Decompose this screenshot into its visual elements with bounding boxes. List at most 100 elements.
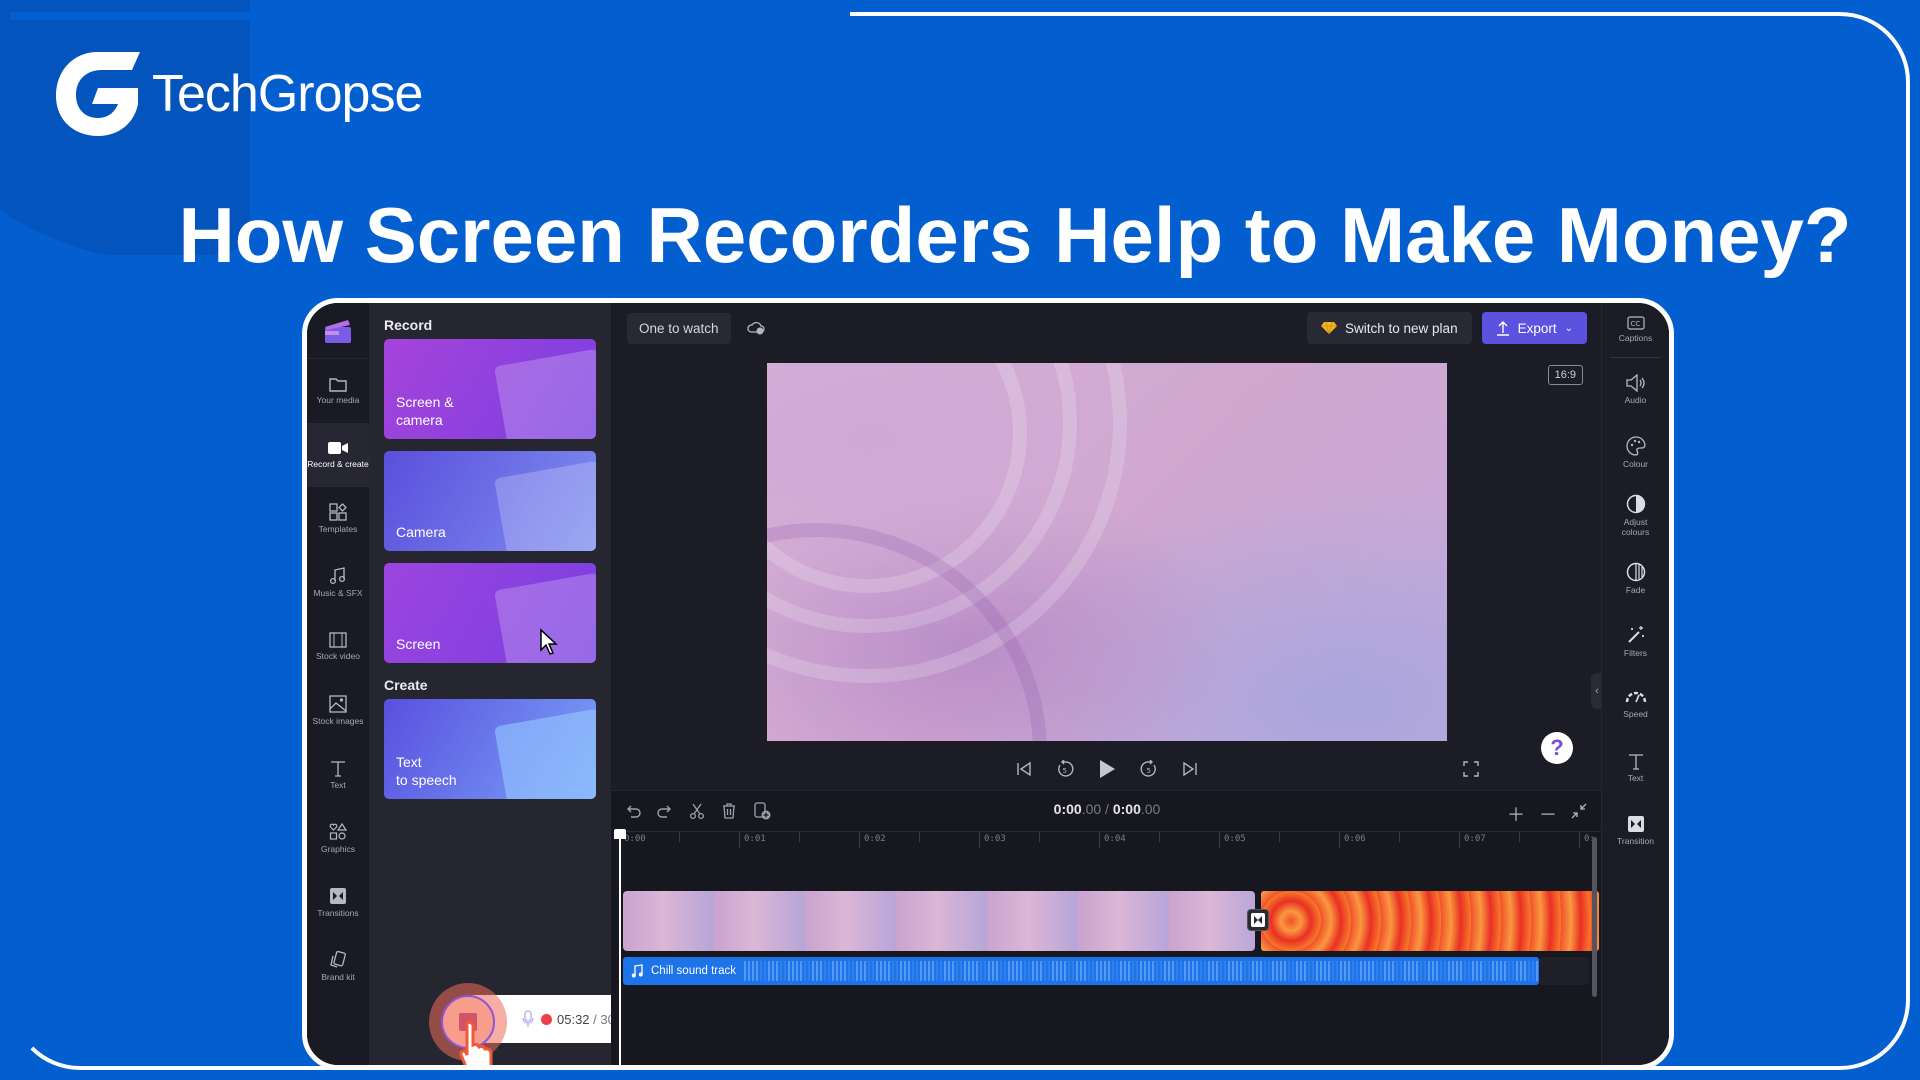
card-text-to-speech[interactable]: Text to speech <box>384 699 596 799</box>
magic-wand-icon <box>1627 625 1644 643</box>
audio-waveform <box>744 961 1539 981</box>
editor-main: One to watch Switch to new plan Export ⌄… <box>611 303 1603 1065</box>
card-camera[interactable]: Camera <box>384 451 596 551</box>
nav-label: Record & create <box>307 459 369 470</box>
music-icon <box>329 567 346 585</box>
panel-fade[interactable]: Fade <box>1602 547 1669 610</box>
left-nav: Your media Record & create Templates Mus… <box>307 303 369 1065</box>
skip-forward-icon[interactable] <box>1182 761 1198 777</box>
nav-stock-images[interactable]: Stock images <box>307 679 369 743</box>
nav-graphics[interactable]: Graphics <box>307 807 369 871</box>
section-heading-record: Record <box>384 317 433 333</box>
video-camera-icon <box>328 442 348 455</box>
nav-music-sfx[interactable]: Music & SFX <box>307 551 369 615</box>
captions-icon: CC <box>1626 316 1645 330</box>
panel-filters[interactable]: Filters <box>1602 610 1669 673</box>
video-preview[interactable] <box>767 363 1447 741</box>
image-icon <box>329 695 347 713</box>
rewind-5-icon[interactable]: 5 <box>1056 760 1074 778</box>
project-name-button[interactable]: One to watch <box>627 312 731 344</box>
panel-captions[interactable]: CC Captions <box>1602 303 1669 357</box>
panel-transition[interactable]: Transition <box>1602 799 1669 862</box>
svg-text:5: 5 <box>1147 767 1151 775</box>
panel-label: Speed <box>1623 708 1648 719</box>
text-icon <box>331 761 345 777</box>
logo-mark-icon <box>56 52 140 136</box>
forward-5-icon[interactable]: 5 <box>1140 760 1158 778</box>
nav-text[interactable]: Text <box>307 743 369 807</box>
speedometer-icon <box>1625 691 1646 703</box>
video-track <box>623 891 1599 951</box>
play-icon[interactable] <box>1098 759 1116 779</box>
aspect-ratio-button[interactable]: 16:9 <box>1547 365 1583 385</box>
recording-elapsed: 05:32 <box>557 1011 590 1027</box>
audio-track-name: Chill sound track <box>651 965 737 977</box>
svg-text:5: 5 <box>1063 767 1067 775</box>
zoom-in-icon[interactable]: ＋ <box>1507 801 1525 827</box>
panel-label: Audio <box>1624 394 1647 405</box>
card-screen-and-camera[interactable]: Screen & camera <box>384 339 596 439</box>
video-clip-orange[interactable] <box>1261 891 1599 951</box>
panel-speed[interactable]: Speed <box>1602 673 1669 736</box>
timeline: 0:00.00 / 0:00.00 ＋ － 0:00 0:01 0:02 0:03 0:… <box>611 790 1603 1065</box>
nav-templates[interactable]: Templates <box>307 487 369 551</box>
switch-plan-label: Switch to new plan <box>1345 320 1458 336</box>
nav-label: Music & SFX <box>313 588 363 599</box>
total-time: 0:00 <box>1112 801 1141 817</box>
ruler-minor-tick <box>919 832 924 842</box>
film-icon <box>329 632 347 648</box>
panel-adjust-colours[interactable]: Adjust colours <box>1602 484 1669 547</box>
panel-text[interactable]: Text <box>1602 736 1669 799</box>
ruler-tick-label: 0:05 <box>1219 832 1246 848</box>
transition-marker[interactable] <box>1247 909 1269 931</box>
fullscreen-icon[interactable] <box>1463 761 1479 777</box>
panel-label: Filters <box>1623 647 1648 658</box>
nav-stock-video[interactable]: Stock video <box>307 615 369 679</box>
ruler-minor-tick <box>1039 832 1044 842</box>
video-clip-pink[interactable] <box>623 891 1255 951</box>
record-create-panel: Record Screen & camera Camera Screen Crea… <box>369 303 669 1065</box>
upload-icon <box>1496 321 1509 336</box>
panel-label: Adjust colours <box>1621 517 1650 537</box>
panel-label: Transition <box>1616 835 1654 846</box>
audio-track-empty <box>1539 957 1589 985</box>
ruler-tick-label: 0:06 <box>1339 832 1366 848</box>
card-screen[interactable]: Screen <box>384 563 596 663</box>
nav-your-media[interactable]: Your media <box>307 359 369 423</box>
chevron-down-icon: ⌄ <box>1564 322 1573 334</box>
recording-separator: / <box>589 1011 601 1027</box>
switch-plan-button[interactable]: Switch to new plan <box>1307 312 1472 344</box>
nav-label: Transitions <box>317 908 359 919</box>
nav-transitions[interactable]: Transitions <box>307 871 369 935</box>
ruler-tick-label: 0:07 <box>1459 832 1486 848</box>
panel-colour[interactable]: Colour <box>1602 421 1669 484</box>
ruler-tick-label: 0:03 <box>979 832 1006 848</box>
fade-icon <box>1626 562 1645 582</box>
microphone-icon[interactable] <box>521 1010 535 1028</box>
timeline-ruler[interactable]: 0:00 0:01 0:02 0:03 0:04 0:05 0:06 0:07 0: <box>619 831 1603 855</box>
clapperboard-icon <box>325 319 351 343</box>
nav-label: Stock video <box>316 651 360 662</box>
zoom-out-icon[interactable]: － <box>1539 801 1557 827</box>
card-illustration <box>493 708 596 799</box>
skip-back-icon[interactable] <box>1016 761 1032 777</box>
export-button[interactable]: Export ⌄ <box>1481 312 1587 344</box>
panel-label: Text <box>1627 772 1644 783</box>
card-illustration <box>493 460 596 551</box>
nav-record-create[interactable]: Record & create <box>307 423 369 487</box>
transition-icon <box>1251 913 1265 927</box>
editor-topbar: One to watch Switch to new plan Export ⌄ <box>611 303 1603 353</box>
fit-timeline-icon[interactable] <box>1571 803 1587 819</box>
nav-label: Your media <box>316 395 360 406</box>
panel-audio[interactable]: Audio <box>1602 358 1669 421</box>
shapes-icon <box>329 823 347 840</box>
nav-label: Brand kit <box>321 972 355 983</box>
audio-clip[interactable]: Chill sound track <box>623 957 1539 985</box>
music-note-icon <box>631 964 643 978</box>
nav-brand-kit[interactable]: Brand kit <box>307 935 369 999</box>
playhead[interactable] <box>614 829 626 1065</box>
brand-name: TechGropse <box>152 65 423 123</box>
mouse-cursor-icon <box>540 628 558 655</box>
current-time-fraction: .00 <box>1081 801 1102 817</box>
timeline-vertical-scrollbar[interactable] <box>1592 837 1597 997</box>
